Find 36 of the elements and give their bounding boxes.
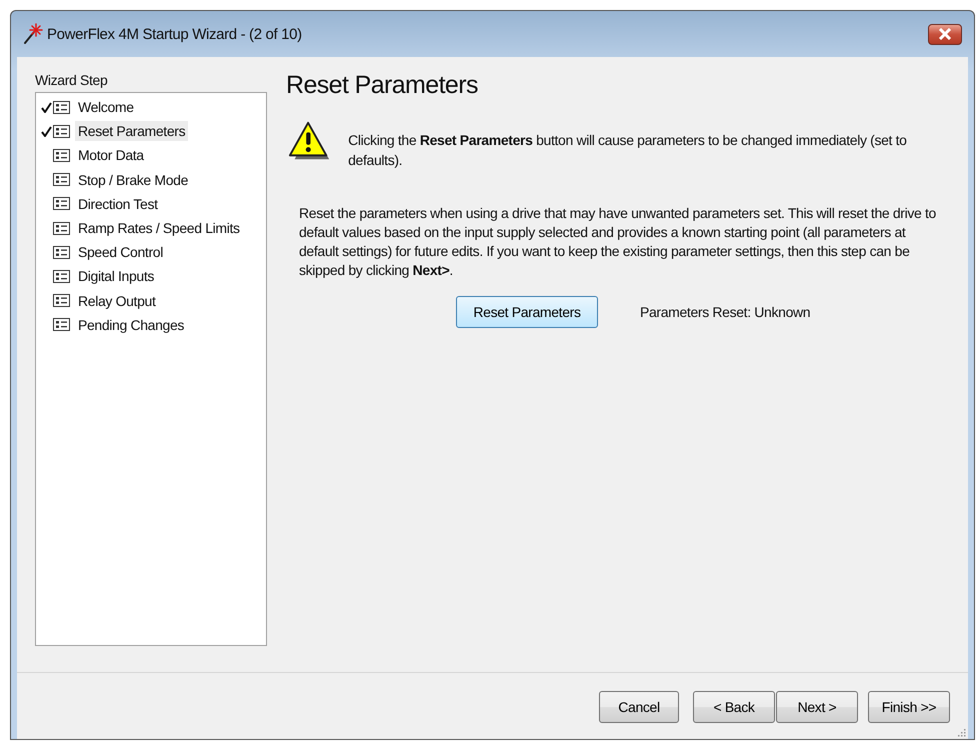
list-icon [53,246,70,259]
list-icon [53,124,70,138]
wizard-button[interactable]: < Back [693,691,775,723]
page-heading: Reset Parameters [286,71,479,100]
list-icon [53,173,70,186]
close-icon [938,28,952,40]
wizard-button[interactable]: Finish >> [868,691,950,723]
list-icon [53,318,70,332]
step-item[interactable]: Ramp Rates / Speed Limits [75,218,243,238]
step-item[interactable]: Motor Data [75,145,147,166]
list-icon [53,294,70,308]
step-item[interactable]: Digital Inputs [75,266,158,286]
step-item[interactable]: Direction Test [75,194,161,214]
step-item[interactable]: Speed Control [75,242,166,262]
reset-status: Parameters Reset: Unknown [640,304,810,320]
sidebar-label: Wizard Step [35,72,108,90]
step-item[interactable]: Reset Parameters [75,121,188,142]
list-icon [53,222,70,235]
reset-parameters-button[interactable]: Reset Parameters [456,296,598,328]
close-button[interactable] [928,24,962,44]
step-item[interactable]: Pending Changes [75,314,188,335]
wand-icon [23,23,43,45]
wizard-button[interactable]: Cancel [599,691,679,723]
warning-text: Clicking the Reset Parameters button will cause parameters to be changed immediately (set to defaults). [348,131,908,170]
step-item[interactable]: Relay Output [75,290,159,311]
description-text: Reset the parameters when using a drive that may have unwanted parameters set. This will reset the drive to default values based on the input supply selected and provides a known starting point (all parameters at default settings) for future edits. If you want to keep the existing parameter settings, then this step can be skipped by clicking Next>. [299,204,937,280]
list-icon [53,100,70,114]
wizard-button[interactable]: Next > [776,691,858,723]
list-icon [53,148,70,162]
list-icon [53,197,70,210]
warning-icon [288,120,330,162]
step-item[interactable]: Stop / Brake Mode [75,170,192,190]
step-item[interactable]: Welcome [75,97,137,118]
window-title: PowerFlex 4M Startup Wizard - (2 of 10) [47,26,303,42]
resize-grip-icon [956,727,966,737]
list-icon [53,270,70,283]
